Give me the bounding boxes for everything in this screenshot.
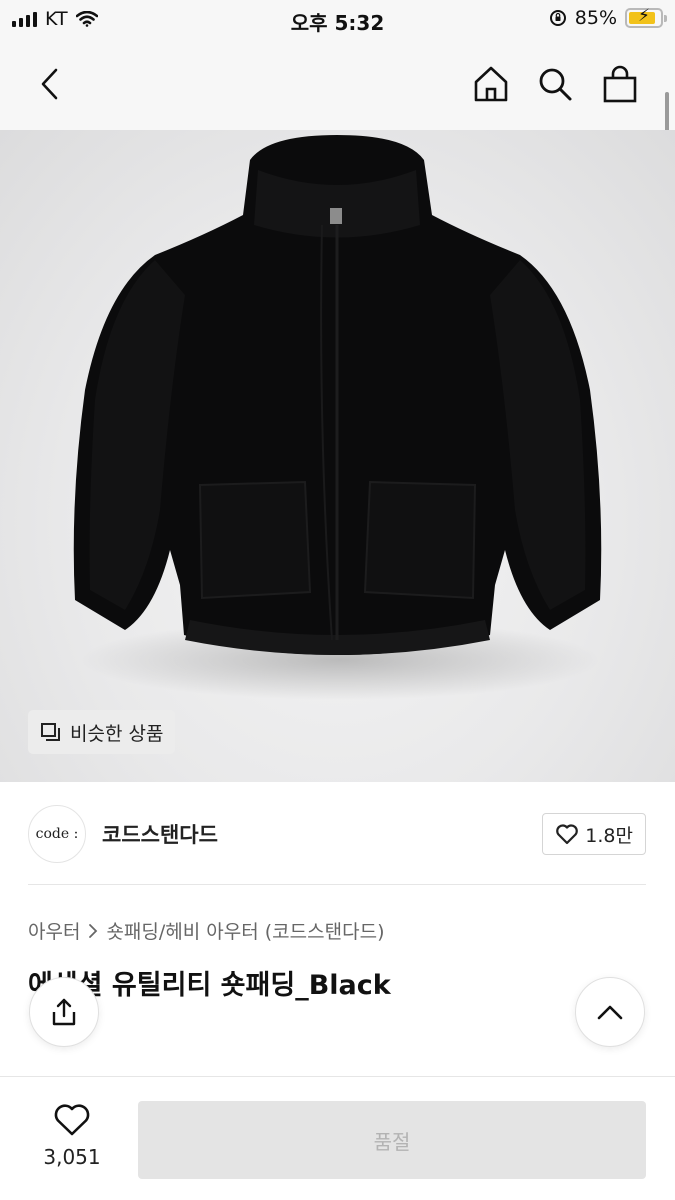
top-navigation — [0, 38, 675, 166]
bottom-action-bar: 3,051 품절 — [0, 1076, 675, 1200]
share-button[interactable] — [29, 977, 99, 1047]
similar-products-button[interactable]: 비슷한 상품 — [28, 710, 176, 754]
shop-row: code : 코드스탠다드 1.8만 — [28, 805, 646, 863]
heart-outline-icon — [556, 824, 579, 845]
sold-out-button[interactable]: 품절 — [138, 1101, 646, 1179]
home-button[interactable] — [469, 62, 513, 106]
shop-like-button[interactable]: 1.8만 — [542, 813, 646, 855]
orientation-lock-icon — [549, 10, 566, 26]
breadcrumb-subcategory[interactable]: 숏패딩/헤비 아우터 (코드스탠다드) — [106, 917, 384, 944]
home-icon — [474, 66, 508, 102]
back-chevron-icon — [41, 68, 58, 100]
product-like-count: 3,051 — [43, 1145, 101, 1169]
chevron-right-icon — [89, 923, 98, 938]
status-right: 85% ⚡ — [549, 6, 667, 29]
battery-percent: 85% — [574, 7, 617, 29]
shop-name[interactable]: 코드스탠다드 — [102, 819, 218, 849]
heart-outline-icon — [54, 1104, 90, 1136]
product-image[interactable]: 비슷한 상품 — [0, 130, 675, 782]
charging-bolt-icon: ⚡ — [638, 6, 650, 26]
product-like-button[interactable]: 3,051 — [28, 1103, 116, 1169]
back-button[interactable] — [28, 62, 72, 106]
similar-products-label: 비슷한 상품 — [70, 722, 164, 745]
shopping-bag-icon — [603, 65, 637, 103]
scroll-to-top-button[interactable] — [575, 977, 645, 1047]
breadcrumb-category[interactable]: 아우터 — [28, 917, 80, 944]
similar-items-icon — [41, 723, 60, 741]
breadcrumb: 아우터 숏패딩/헤비 아우터 (코드스탠다드) — [28, 917, 384, 944]
search-button[interactable] — [533, 62, 577, 106]
search-icon — [539, 68, 572, 101]
battery-icon: ⚡ — [625, 6, 667, 28]
padded-jacket-image — [73, 135, 602, 700]
share-icon — [52, 998, 76, 1026]
chevron-up-icon — [597, 1005, 623, 1020]
divider — [28, 884, 646, 885]
shop-like-count: 1.8만 — [585, 824, 633, 847]
status-bar: KT 오후 5:32 85% ⚡ — [0, 0, 675, 38]
cart-button[interactable] — [598, 62, 642, 106]
shop-logo[interactable]: code : — [28, 805, 86, 863]
